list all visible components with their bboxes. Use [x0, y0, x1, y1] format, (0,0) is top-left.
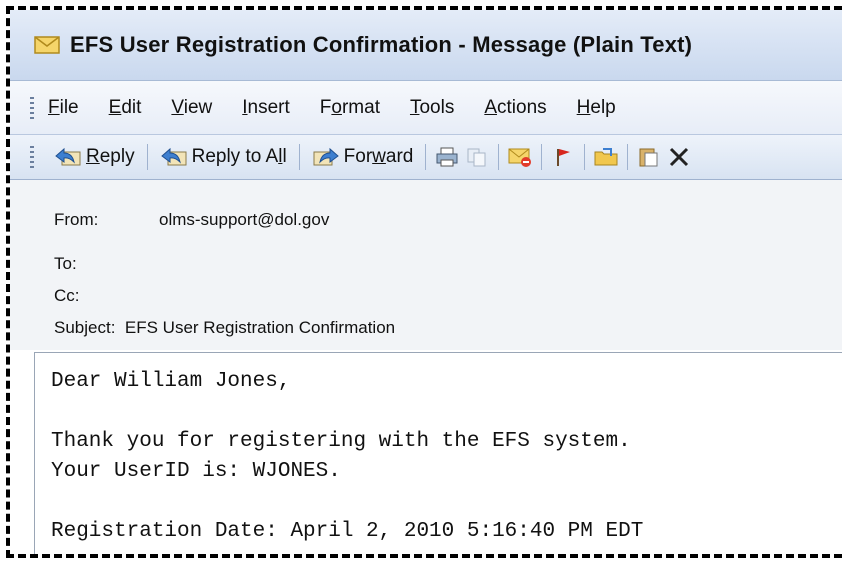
menu-grip[interactable] — [30, 96, 34, 119]
toolbar-separator — [298, 144, 300, 170]
title-bar: EFS User Registration Confirmation - Mes… — [10, 10, 842, 80]
subject-label: Subject: — [54, 318, 116, 337]
cc-label: Cc: — [54, 286, 80, 305]
toolbar-separator — [498, 144, 500, 170]
from-value[interactable]: olms-support@dol.gov — [159, 210, 329, 229]
menu-view[interactable]: View — [171, 97, 212, 119]
body-line: Thank you for registering with the EFS s… — [51, 430, 631, 453]
toolbar-separator — [541, 144, 543, 170]
paste-button[interactable] — [634, 140, 664, 174]
reply-all-button[interactable]: Reply to All — [154, 140, 293, 174]
menu-insert[interactable]: Insert — [242, 97, 290, 119]
flag-icon — [557, 149, 571, 166]
envelope-delete-icon — [508, 148, 532, 167]
forward-button[interactable]: Forward — [306, 140, 420, 174]
menu-format[interactable]: Format — [320, 97, 380, 119]
menu-actions[interactable]: Actions — [484, 97, 546, 119]
subject-row: Subject: EFS User Registration Confirmat… — [54, 318, 395, 338]
copy-icon — [467, 148, 486, 167]
menu-help[interactable]: Help — [577, 97, 616, 119]
message-body[interactable]: Dear William Jones, Thank you for regist… — [34, 352, 842, 554]
menu-file[interactable]: File — [48, 97, 79, 119]
follow-up-flag-button[interactable] — [548, 140, 578, 174]
from-label: From: — [54, 210, 99, 229]
body-line: Dear William Jones, — [51, 370, 291, 393]
body-line: Your UserID is: WJONES. — [51, 460, 341, 483]
body-line — [51, 397, 842, 427]
subject-value: EFS User Registration Confirmation — [124, 318, 396, 337]
toolbar-separator — [584, 144, 586, 170]
move-to-folder-button[interactable] — [591, 140, 621, 174]
reply-all-icon — [160, 147, 187, 166]
copy-button[interactable] — [462, 140, 492, 174]
to-row: To: — [54, 254, 159, 274]
toolbar-separator — [146, 144, 148, 170]
from-row: From: olms-support@dol.gov — [54, 210, 329, 230]
toolbar-separator — [627, 144, 629, 170]
body-line — [51, 487, 842, 517]
delete-button[interactable] — [664, 140, 694, 174]
body-line: Registration Date: April 2, 2010 5:16:40… — [51, 520, 644, 543]
cc-row: Cc: — [54, 286, 159, 306]
printer-icon — [436, 147, 458, 167]
envelope-icon — [34, 36, 60, 54]
to-label: To: — [54, 254, 77, 273]
toolbar-grip[interactable] — [30, 146, 34, 168]
close-icon — [670, 147, 689, 167]
folder-icon — [594, 148, 618, 166]
window-title: EFS User Registration Confirmation - Mes… — [70, 32, 693, 57]
reply-icon — [55, 147, 81, 166]
reply-button[interactable]: Reply — [48, 140, 141, 174]
menu-bar: File Edit View Insert Format Tools Actio… — [10, 80, 842, 134]
toolbar: Reply Reply to All Forward — [10, 134, 842, 180]
menu-tools[interactable]: Tools — [410, 97, 454, 119]
menu-edit[interactable]: Edit — [109, 97, 142, 119]
message-window: EFS User Registration Confirmation - Mes… — [6, 6, 842, 558]
forward-icon — [313, 147, 339, 166]
clipboard-icon — [639, 148, 658, 167]
print-button[interactable] — [432, 140, 462, 174]
message-header: From: olms-support@dol.gov To: Cc: Subjec… — [10, 180, 842, 350]
toolbar-separator — [425, 144, 427, 170]
delete-message-button[interactable] — [505, 140, 535, 174]
